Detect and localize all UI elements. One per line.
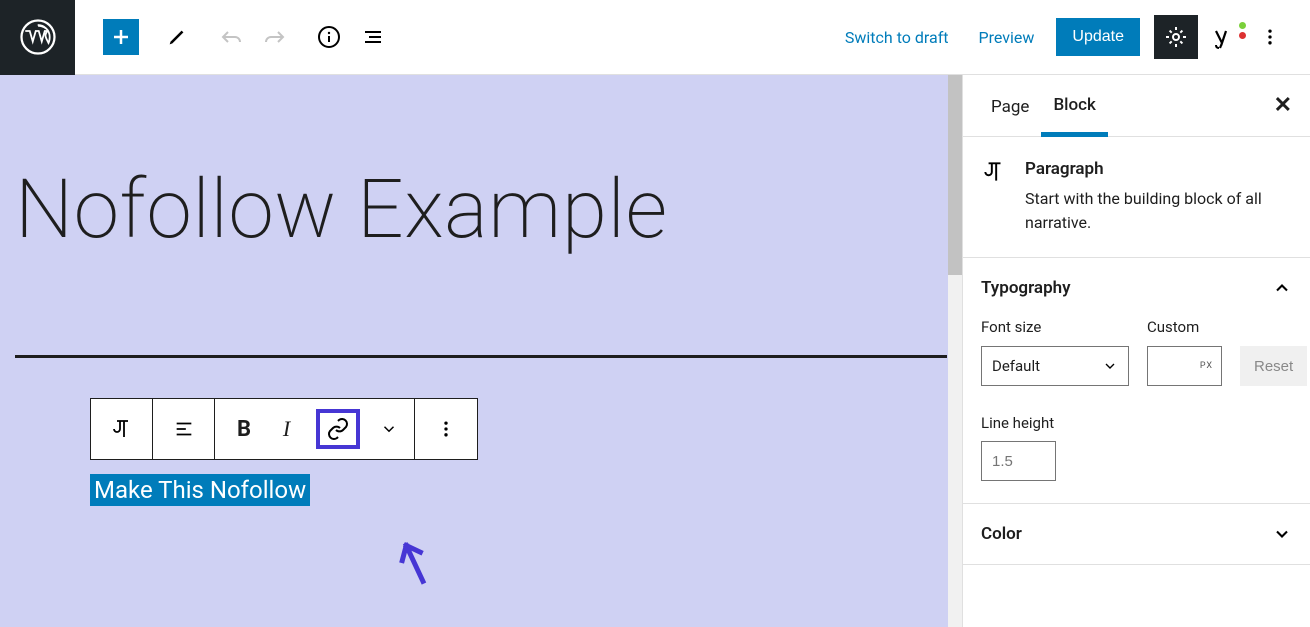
more-options-icon[interactable] <box>1252 19 1288 55</box>
tab-page[interactable]: Page <box>979 77 1041 134</box>
reset-button[interactable]: Reset <box>1240 346 1307 386</box>
scrollbar[interactable] <box>948 75 962 627</box>
selected-paragraph-text[interactable]: Make This Nofollow <box>90 474 310 506</box>
add-block-button[interactable] <box>103 19 139 55</box>
block-name: Paragraph <box>1025 159 1292 179</box>
preview-link[interactable]: Preview <box>971 22 1043 53</box>
chevron-down-icon <box>1272 524 1292 544</box>
line-height-label: Line height <box>981 414 1292 432</box>
block-toolbar: B I <box>90 398 478 460</box>
chevron-up-icon <box>1272 278 1292 298</box>
font-size-label: Font size <box>981 318 1129 336</box>
wordpress-logo[interactable] <box>0 0 75 75</box>
paragraph-icon <box>981 159 1007 235</box>
block-more-button[interactable] <box>415 399 477 459</box>
close-sidebar-button[interactable]: ✕ <box>1274 93 1292 118</box>
page-title[interactable]: Nofollow Example <box>15 165 947 255</box>
block-type-button[interactable] <box>91 399 153 459</box>
undo-icon[interactable] <box>213 19 249 55</box>
line-height-input[interactable] <box>981 441 1056 481</box>
tab-block[interactable]: Block <box>1041 75 1107 137</box>
title-divider <box>15 355 947 358</box>
edit-icon[interactable] <box>159 19 195 55</box>
custom-size-input[interactable]: PX <box>1147 346 1222 386</box>
editor-canvas[interactable]: Nofollow Example B I <box>0 75 962 627</box>
yoast-icon[interactable] <box>1212 24 1238 50</box>
typography-panel-toggle[interactable]: Typography <box>963 258 1310 318</box>
info-icon[interactable] <box>311 19 347 55</box>
annotation-arrow <box>384 528 442 592</box>
switch-to-draft-link[interactable]: Switch to draft <box>837 22 957 53</box>
link-button[interactable] <box>316 409 360 449</box>
outline-icon[interactable] <box>355 19 391 55</box>
color-panel-toggle[interactable]: Color <box>963 504 1310 564</box>
italic-button[interactable]: I <box>277 410 296 448</box>
align-button[interactable] <box>153 399 215 459</box>
settings-sidebar: Page Block ✕ Paragraph Start with the bu… <box>962 75 1310 627</box>
block-description: Start with the building block of all nar… <box>1025 187 1292 235</box>
redo-icon[interactable] <box>257 19 293 55</box>
bold-button[interactable]: B <box>231 411 257 448</box>
custom-size-label: Custom <box>1147 318 1222 336</box>
update-button[interactable]: Update <box>1056 18 1140 56</box>
font-size-select[interactable]: Default <box>981 346 1129 386</box>
format-more-button[interactable] <box>380 420 398 438</box>
settings-button[interactable] <box>1154 15 1198 59</box>
